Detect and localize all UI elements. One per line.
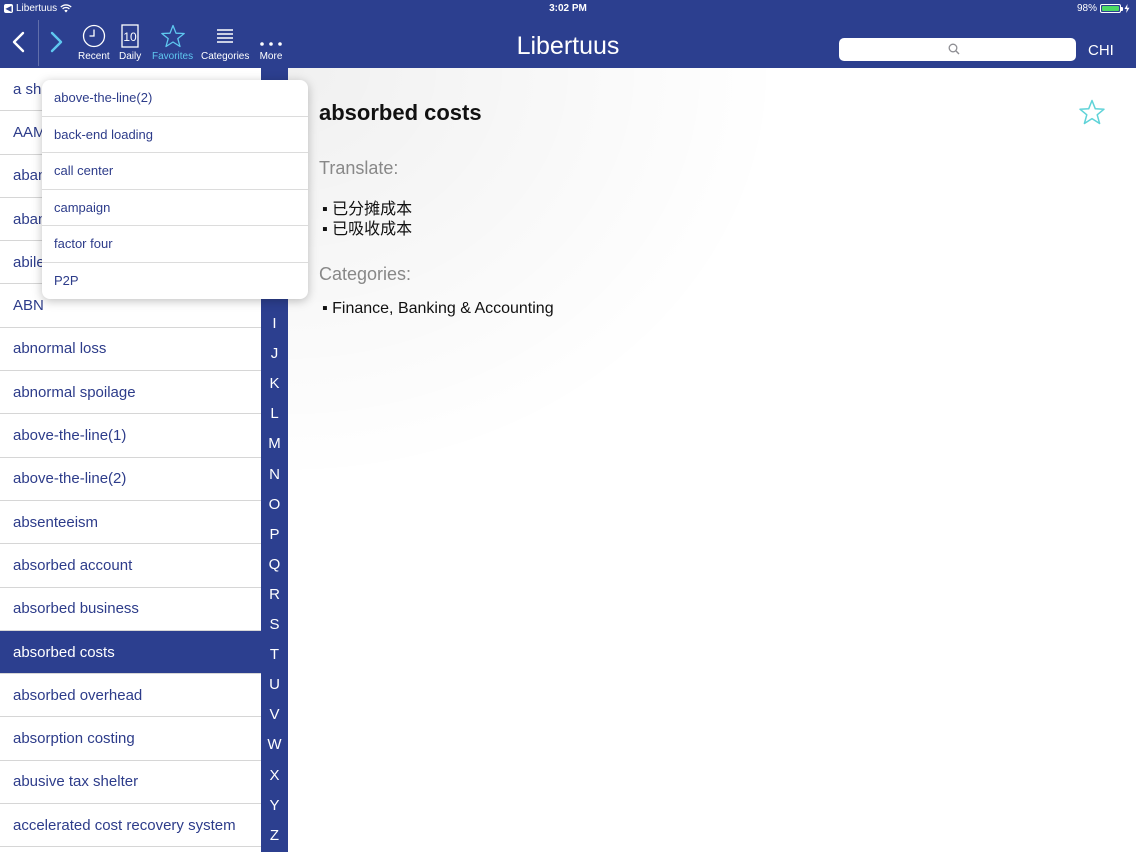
battery-icon <box>1100 4 1123 13</box>
calendar-icon: 10 <box>120 24 140 48</box>
calendar-icon-text: 10 <box>123 30 137 44</box>
index-letter[interactable]: T <box>261 646 288 663</box>
list-item[interactable]: accelerated cost recovery system <box>0 804 261 848</box>
favorites-menu-item[interactable]: call center <box>42 153 308 190</box>
favorites-menu-item[interactable]: factor four <box>42 226 308 263</box>
list-item[interactable]: above-the-line(2) <box>0 457 261 501</box>
search-input[interactable] <box>839 38 1076 61</box>
favorites-menu-item[interactable]: back-end loading <box>42 117 308 153</box>
translation-item: ▪ 已吸收成本 <box>322 221 413 238</box>
index-letter[interactable]: R <box>261 586 288 603</box>
categories-heading: Categories: <box>319 264 412 284</box>
index-letter[interactable]: Q <box>261 556 288 573</box>
favorites-menu-item[interactable]: campaign <box>42 190 308 226</box>
index-letter[interactable]: X <box>261 767 288 784</box>
index-letter[interactable]: N <box>261 466 288 483</box>
status-bar: ◀ Libertuus 3:02 PM 98% <box>0 0 1136 18</box>
battery-percent: 98% <box>1076 3 1097 14</box>
clock-icon <box>82 24 106 48</box>
toolbar-separator <box>38 20 39 66</box>
forward-arrow-icon[interactable] <box>46 30 66 54</box>
index-letter[interactable]: U <box>261 676 288 693</box>
ellipsis-icon <box>259 24 283 48</box>
favorites-menu-item[interactable]: above-the-line(2) <box>42 80 308 117</box>
categories-button[interactable]: Categories <box>201 24 249 62</box>
list-item[interactable]: abusive tax shelter <box>0 760 261 805</box>
charging-icon <box>1124 4 1130 13</box>
favorites-menu-item[interactable]: P2P <box>42 263 308 300</box>
index-letter[interactable]: K <box>261 375 288 392</box>
index-letter[interactable]: J <box>261 345 288 362</box>
favorites-label: Favorites <box>152 51 194 62</box>
translate-heading: Translate: <box>319 158 399 178</box>
favorite-star-icon[interactable] <box>1078 99 1106 125</box>
app-title: Libertuus <box>516 32 620 60</box>
favorites-dropdown: above-the-line(2) back-end loading call ce… <box>42 80 308 299</box>
recent-button[interactable]: Recent <box>78 24 110 62</box>
index-letter[interactable]: M <box>261 435 288 452</box>
category-item: ▪ Finance, Banking & Accounting <box>322 300 554 317</box>
list-icon <box>215 24 235 48</box>
list-item[interactable]: abnormal loss <box>0 327 261 372</box>
daily-button[interactable]: 10 Daily <box>119 24 141 62</box>
back-arrow-icon[interactable] <box>9 30 29 54</box>
index-letter[interactable]: L <box>261 405 288 422</box>
top-bar: ◀ Libertuus 3:02 PM 98% Recent 10 Daily … <box>0 0 1136 68</box>
list-item[interactable]: above-the-line(1) <box>0 414 261 458</box>
index-letter[interactable]: I <box>261 315 288 332</box>
recent-label: Recent <box>78 51 110 62</box>
index-letter[interactable]: W <box>261 736 288 753</box>
list-item[interactable]: absorption costing <box>0 717 261 761</box>
term-title: absorbed costs <box>319 100 482 125</box>
more-label: More <box>259 51 283 62</box>
list-item[interactable]: abnormal spoilage <box>0 371 261 415</box>
list-item[interactable]: absenteeism <box>0 500 261 545</box>
battery-status: 98% <box>1077 3 1130 14</box>
language-button[interactable]: CHI <box>1088 42 1114 59</box>
list-item[interactable]: absorbed business <box>0 587 261 631</box>
index-letter[interactable]: Y <box>261 797 288 814</box>
index-letter[interactable]: P <box>261 526 288 543</box>
status-time: 3:02 PM <box>549 3 587 14</box>
search-icon <box>948 43 960 55</box>
index-letter[interactable]: O <box>261 496 288 513</box>
daily-label: Daily <box>119 51 142 62</box>
index-letter[interactable]: V <box>261 706 288 723</box>
star-icon <box>160 24 186 48</box>
favorites-button[interactable]: Favorites <box>152 24 193 62</box>
categories-label: Categories <box>201 51 250 62</box>
list-item[interactable]: absorbed costs <box>0 630 261 675</box>
index-letter[interactable]: S <box>261 616 288 633</box>
list-item[interactable]: absorbed account <box>0 544 261 588</box>
list-item[interactable]: absorbed overhead <box>0 674 261 718</box>
more-button[interactable]: More <box>259 24 283 62</box>
index-letter[interactable]: Z <box>261 827 288 844</box>
